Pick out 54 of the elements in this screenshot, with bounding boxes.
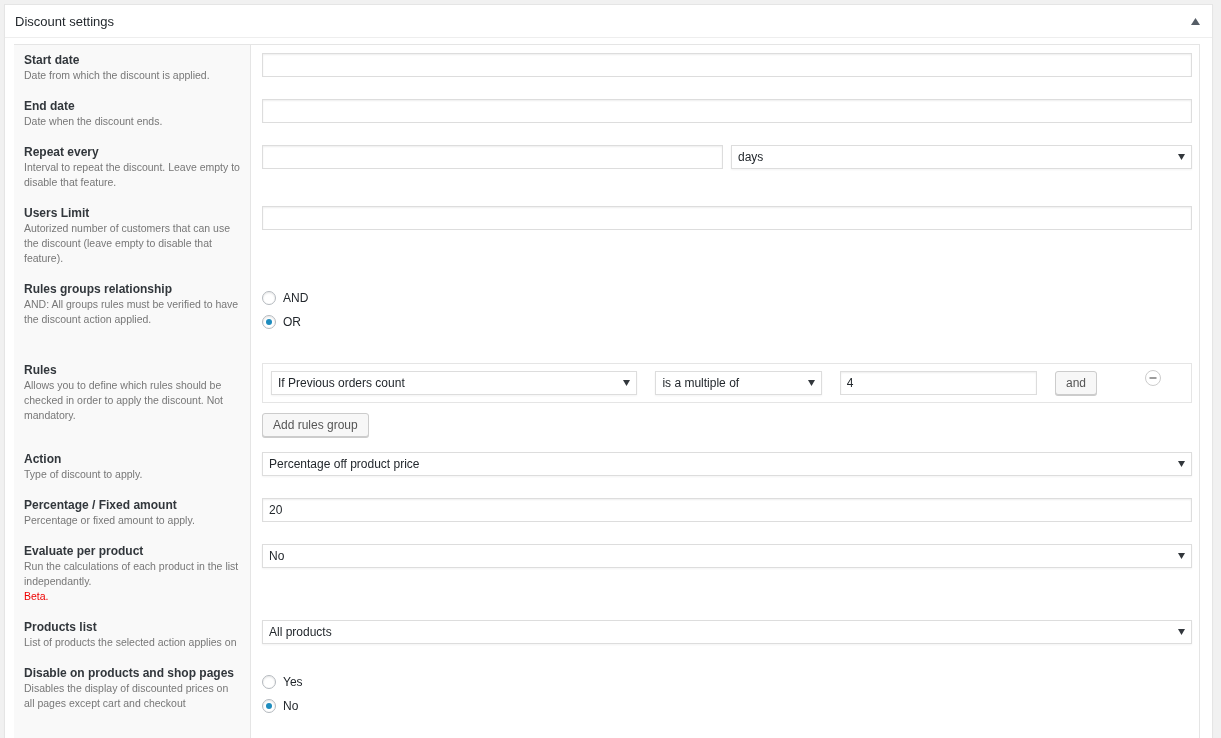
- remove-icon[interactable]: [1145, 370, 1161, 386]
- select-field[interactable]: If Previous orders count: [271, 371, 638, 395]
- caret-icon: [807, 380, 815, 386]
- input-field[interactable]: [262, 145, 723, 169]
- field-label: End date: [24, 99, 76, 114]
- field-label: Rules: [24, 363, 58, 378]
- caret-icon: [1178, 629, 1185, 635]
- input-field[interactable]: 4: [839, 371, 1037, 395]
- radio-button[interactable]: [262, 699, 276, 713]
- radio-button[interactable]: [262, 315, 276, 329]
- field-label: Repeat every: [24, 145, 100, 160]
- field-description: Autorized number of customers that can use the discount (leave empty to disable that feature).: [24, 221, 232, 266]
- select-field[interactable]: Percentage off product price: [262, 452, 1192, 476]
- caret-icon: [1178, 553, 1185, 559]
- radio-label: Yes: [283, 675, 303, 689]
- collapse-icon[interactable]: [1191, 17, 1200, 25]
- radio-label: OR: [283, 315, 301, 329]
- field-description: List of products the selected action applies on: [24, 635, 238, 650]
- panel-title: Discount settings: [15, 13, 114, 29]
- select-field[interactable]: No: [262, 544, 1192, 568]
- field-label: Products list: [24, 620, 98, 635]
- select-field[interactable]: is a multiple of: [655, 371, 822, 395]
- field-label: Rules groups relationship: [24, 282, 174, 297]
- caret-icon: [1178, 154, 1185, 160]
- field-description: Allows you to define which rules should be checked in order to apply the discount. Not mandatory.: [24, 378, 225, 423]
- caret-icon: [1178, 461, 1185, 467]
- field-description: Interval to repeat the discount. Leave empty to disable that feature.: [24, 160, 240, 190]
- field-label: Start date: [24, 53, 81, 68]
- field-label: Percentage / Fixed amount: [24, 498, 178, 513]
- field-description: Percentage or fixed amount to apply.: [24, 513, 196, 528]
- input-field[interactable]: [262, 53, 1192, 77]
- radio-label: No: [283, 699, 299, 713]
- field-label: Disable on products and shop pages: [24, 666, 236, 681]
- field-description: Run the calculations of each product in the list independantly.: [24, 559, 240, 589]
- input-field[interactable]: 20: [262, 498, 1192, 522]
- field-description: Disables the display of discounted prices on all pages except cart and checkout: [24, 681, 230, 711]
- field-label: Action: [24, 452, 63, 467]
- input-field[interactable]: [262, 206, 1192, 230]
- field-label: Evaluate per product: [24, 544, 145, 559]
- and-button[interactable]: and: [1055, 371, 1098, 395]
- caret-icon: [623, 380, 631, 386]
- select-field[interactable]: days: [731, 145, 1192, 169]
- beta-note: Beta.: [24, 589, 50, 604]
- input-field[interactable]: [262, 99, 1192, 123]
- field-description: Date when the discount ends.: [24, 114, 164, 129]
- field-description: AND: All groups rules must be verified to have the discount action applied.: [24, 297, 240, 327]
- add-rules-group-button[interactable]: Add rules group: [262, 413, 369, 437]
- radio-label: AND: [283, 291, 309, 305]
- field-description: Date from which the discount is applied.: [24, 68, 211, 83]
- field-description: Type of discount to apply.: [24, 467, 144, 482]
- select-field[interactable]: All products: [262, 620, 1192, 644]
- radio-button[interactable]: [262, 291, 276, 305]
- field-label: Users Limit: [24, 206, 91, 221]
- radio-button[interactable]: [262, 675, 276, 689]
